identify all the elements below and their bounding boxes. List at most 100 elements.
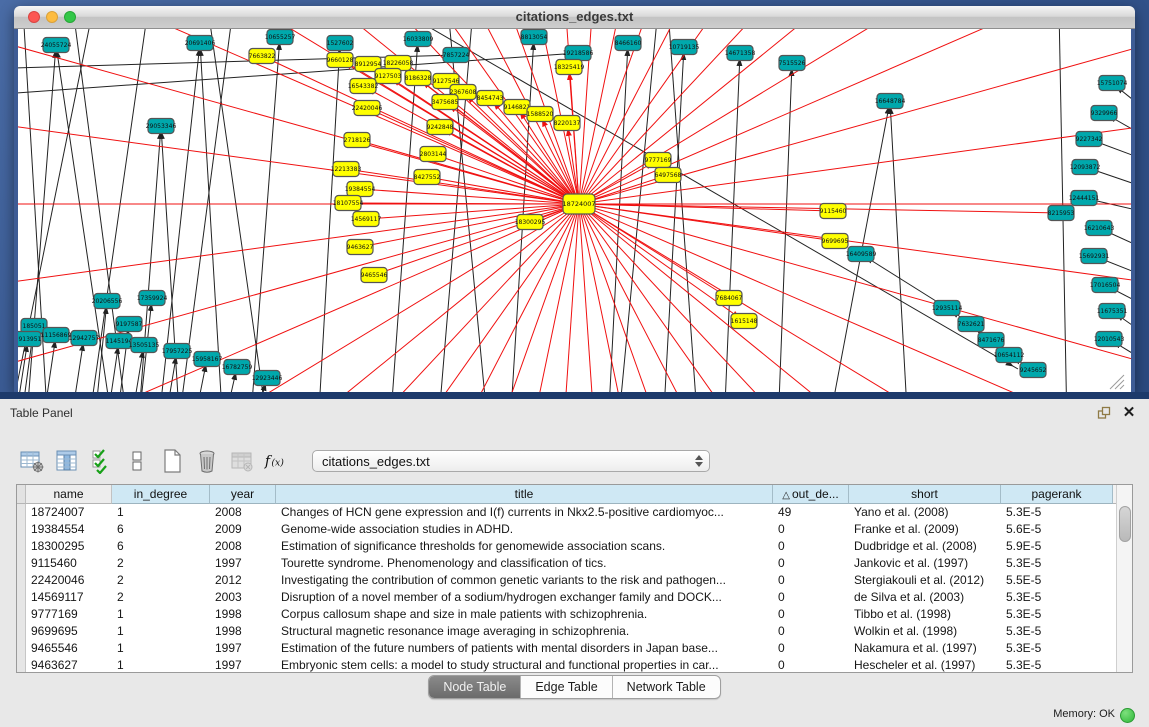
table-row[interactable]: 1938455462009Genome-wide association stu… [17,521,1117,538]
table-cell[interactable]: 5.3E-5 [1001,623,1113,640]
table-cell[interactable]: 2003 [210,589,276,606]
table-scrollbar-thumb[interactable] [1119,506,1131,542]
column-header-pagerank[interactable]: pagerank [1001,485,1113,504]
graph-node[interactable]: 16210643 [1084,221,1115,236]
graph-node[interactable]: 8813054 [521,30,548,45]
table-cell[interactable]: 18300295 [26,538,112,555]
table-cell[interactable]: 2 [112,589,210,606]
table-row[interactable]: 969969511998Structural magnetic resonanc… [17,623,1117,640]
graph-node[interactable]: 12935114 [932,301,963,316]
table-row[interactable]: 977716911998Corpus callosum shape and si… [17,606,1117,623]
graph-node[interactable]: 1588520 [527,107,554,122]
tab-edge-table[interactable]: Edge Table [521,676,612,698]
table-cell[interactable]: 9777169 [26,606,112,623]
graph-node[interactable]: 18107554 [333,196,364,211]
graph-node[interactable]: 15692931 [1079,249,1110,264]
graph-node[interactable]: 24055724 [41,38,72,53]
graph-node[interactable]: 29053346 [146,119,177,134]
graph-node[interactable]: 18724007 [562,194,595,214]
table-row[interactable]: 2242004622012Investigating the contribut… [17,572,1117,589]
graph-node[interactable]: 14569117 [351,212,382,227]
table-cell[interactable]: 0 [773,572,849,589]
column-header-short[interactable]: short [849,485,1001,504]
graph-node[interactable]: 19384554 [345,182,376,197]
graph-node[interactable]: 6497568 [655,168,682,183]
table-cell[interactable]: Investigating the contribution of common… [276,572,773,589]
table-cell[interactable]: 1 [112,606,210,623]
table-cell[interactable]: 5.3E-5 [1001,657,1113,673]
table-cell[interactable]: 0 [773,521,849,538]
table-cell[interactable]: Tourette syndrome. Phenomenology and cla… [276,555,773,572]
table-cell[interactable]: 9699695 [26,623,112,640]
show-columns-button[interactable] [53,447,81,475]
column-header-year[interactable]: year [210,485,276,504]
table-cell[interactable]: Hescheler et al. (1997) [849,657,1001,673]
graph-node[interactable]: 22420046 [352,101,383,116]
delete-column-button[interactable] [193,447,221,475]
graph-node[interactable]: 2718126 [344,133,371,148]
table-cell[interactable]: 2008 [210,504,276,521]
graph-node[interactable]: 3913951 [18,332,42,347]
table-cell[interactable]: 6 [112,521,210,538]
graph-node[interactable]: 7684067 [716,291,743,306]
graph-node[interactable]: 9245652 [1020,363,1047,378]
graph-node[interactable]: 9463627 [347,240,374,255]
network-canvas[interactable]: 2405572420691406106552571527602160338097… [18,29,1131,392]
graph-node[interactable]: 8466160 [615,36,642,51]
graph-node[interactable]: 12942757 [69,331,100,346]
table-cell[interactable]: Stergiakouli et al. (2012) [849,572,1001,589]
table-cell[interactable]: 1998 [210,623,276,640]
table-cell[interactable]: Genome-wide association studies in ADHD. [276,521,773,538]
graph-node[interactable]: 1527602 [327,36,354,51]
table-cell[interactable]: 5.9E-5 [1001,538,1113,555]
table-row[interactable]: 911546021997Tourette syndrome. Phenomeno… [17,555,1117,572]
table-cell[interactable]: 0 [773,606,849,623]
graph-node[interactable]: 14671358 [725,46,756,61]
table-cell[interactable]: Corpus callosum shape and size in male p… [276,606,773,623]
graph-node[interactable]: 9660128 [327,53,354,68]
graph-node[interactable]: 12213383 [331,162,362,177]
delete-table-button[interactable] [228,447,256,475]
table-cell[interactable]: 19384554 [26,521,112,538]
graph-node[interactable]: 9329966 [1091,106,1118,121]
table-cell[interactable]: 0 [773,538,849,555]
table-cell[interactable]: Jankovic et al. (1997) [849,555,1001,572]
table-cell[interactable]: 5.6E-5 [1001,521,1113,538]
table-cell[interactable]: 1998 [210,606,276,623]
table-cell[interactable]: 6 [112,538,210,555]
graph-node[interactable]: 7857224 [443,48,470,63]
graph-node[interactable]: 11675351 [1097,304,1128,319]
memory-status-icon[interactable] [1120,708,1135,723]
graph-node[interactable]: 8471676 [978,333,1005,348]
graph-node[interactable]: 12093872 [1070,160,1101,175]
column-header-title[interactable]: title [276,485,773,504]
table-cell[interactable]: 5.3E-5 [1001,555,1113,572]
table-row[interactable]: 1830029562008Estimation of significance … [17,538,1117,555]
graph-node[interactable]: 17359924 [137,291,168,306]
table-cell[interactable]: Disruption of a novel member of a sodium… [276,589,773,606]
table-cell[interactable]: de Silva et al. (2003) [849,589,1001,606]
table-cell[interactable]: 0 [773,589,849,606]
graph-node[interactable]: 16409589 [846,247,877,262]
graph-node[interactable]: 8186328 [405,71,432,86]
table-cell[interactable]: Changes of HCN gene expression and I(f) … [276,504,773,521]
graph-node[interactable]: 16033809 [403,32,434,47]
table-cell[interactable]: 5.3E-5 [1001,640,1113,657]
table-cell[interactable]: 5.3E-5 [1001,504,1113,521]
graph-node[interactable]: 10655257 [265,30,296,45]
table-cell[interactable]: 49 [773,504,849,521]
table-cell[interactable]: Nakamura et al. (1997) [849,640,1001,657]
table-cell[interactable]: 2008 [210,538,276,555]
column-header-in_degree[interactable]: in_degree [112,485,210,504]
select-all-button[interactable] [88,447,116,475]
graph-node[interactable]: 18300295 [515,215,546,230]
canvas-resize-grip[interactable] [1110,375,1124,389]
table-cell[interactable]: 1997 [210,657,276,673]
graph-node[interactable]: 9777169 [645,153,672,168]
graph-node[interactable]: 12010543 [1094,332,1125,347]
graph-node[interactable]: 7632621 [958,317,985,332]
table-cell[interactable]: 5.3E-5 [1001,606,1113,623]
graph-node[interactable]: 8454743 [477,91,504,106]
table-cell[interactable]: Estimation of significance thresholds fo… [276,538,773,555]
table-cell[interactable]: Tibbo et al. (1998) [849,606,1001,623]
